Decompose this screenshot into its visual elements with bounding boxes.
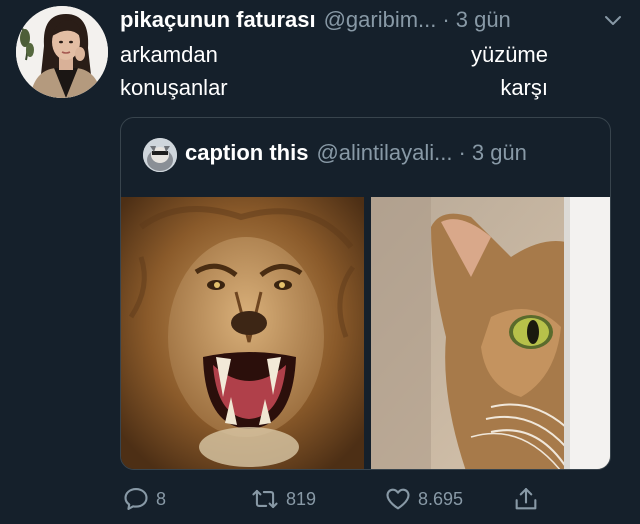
like-count: 8.695 [418, 488, 464, 509]
retweet-button[interactable]: 819 [250, 484, 316, 514]
quoted-media [121, 197, 610, 469]
avatar[interactable] [16, 6, 108, 98]
reply-icon [124, 488, 148, 510]
quoted-timestamp[interactable]: 3 gün [472, 140, 527, 166]
display-name[interactable]: pikaçunun faturası [120, 7, 316, 33]
tweet-text-left: konuşanlar [120, 75, 228, 100]
quoted-display-name[interactable]: caption this [185, 140, 308, 166]
tweet-text-line: konuşanlar karşı [120, 71, 548, 104]
heart-icon [386, 488, 410, 510]
avatar-image [16, 6, 108, 98]
separator-dot: · [458, 140, 466, 165]
reply-button[interactable]: 8 [122, 484, 166, 514]
share-icon [515, 488, 537, 510]
quoted-avatar-image [143, 138, 177, 172]
retweet-icon [252, 489, 278, 509]
share-button[interactable] [512, 484, 546, 514]
tweet-text-left: arkamdan [120, 42, 218, 67]
tweet-text: arkamdan yüzüme konuşanlar karşı [120, 38, 620, 104]
cat-image[interactable] [371, 197, 610, 469]
tweet[interactable]: pikaçunun faturası @garibim... · 3 gün a… [0, 0, 640, 524]
separator-dot: · [442, 7, 450, 32]
tweet-actions: 8 819 8.695 [122, 484, 542, 514]
quoted-avatar[interactable] [143, 138, 177, 172]
quoted-header: caption this @alintilayali... · 3 gün [185, 140, 527, 166]
retweet-count: 819 [286, 488, 317, 509]
chevron-down-icon[interactable] [601, 8, 625, 32]
lion-image[interactable] [121, 197, 364, 469]
like-button[interactable]: 8.695 [384, 484, 463, 514]
tweet-text-line: arkamdan yüzüme [120, 38, 548, 71]
quoted-tweet[interactable]: caption this @alintilayali... · 3 gün [120, 117, 611, 470]
tweet-header: pikaçunun faturası @garibim... · 3 gün [120, 6, 625, 34]
reply-count: 8 [156, 488, 167, 509]
tweet-text-right: karşı [500, 75, 548, 100]
timestamp[interactable]: 3 gün [456, 7, 511, 33]
user-handle[interactable]: @garibim... [324, 7, 437, 33]
quoted-user-handle[interactable]: @alintilayali... [316, 140, 452, 166]
tweet-text-right: yüzüme [470, 42, 548, 67]
